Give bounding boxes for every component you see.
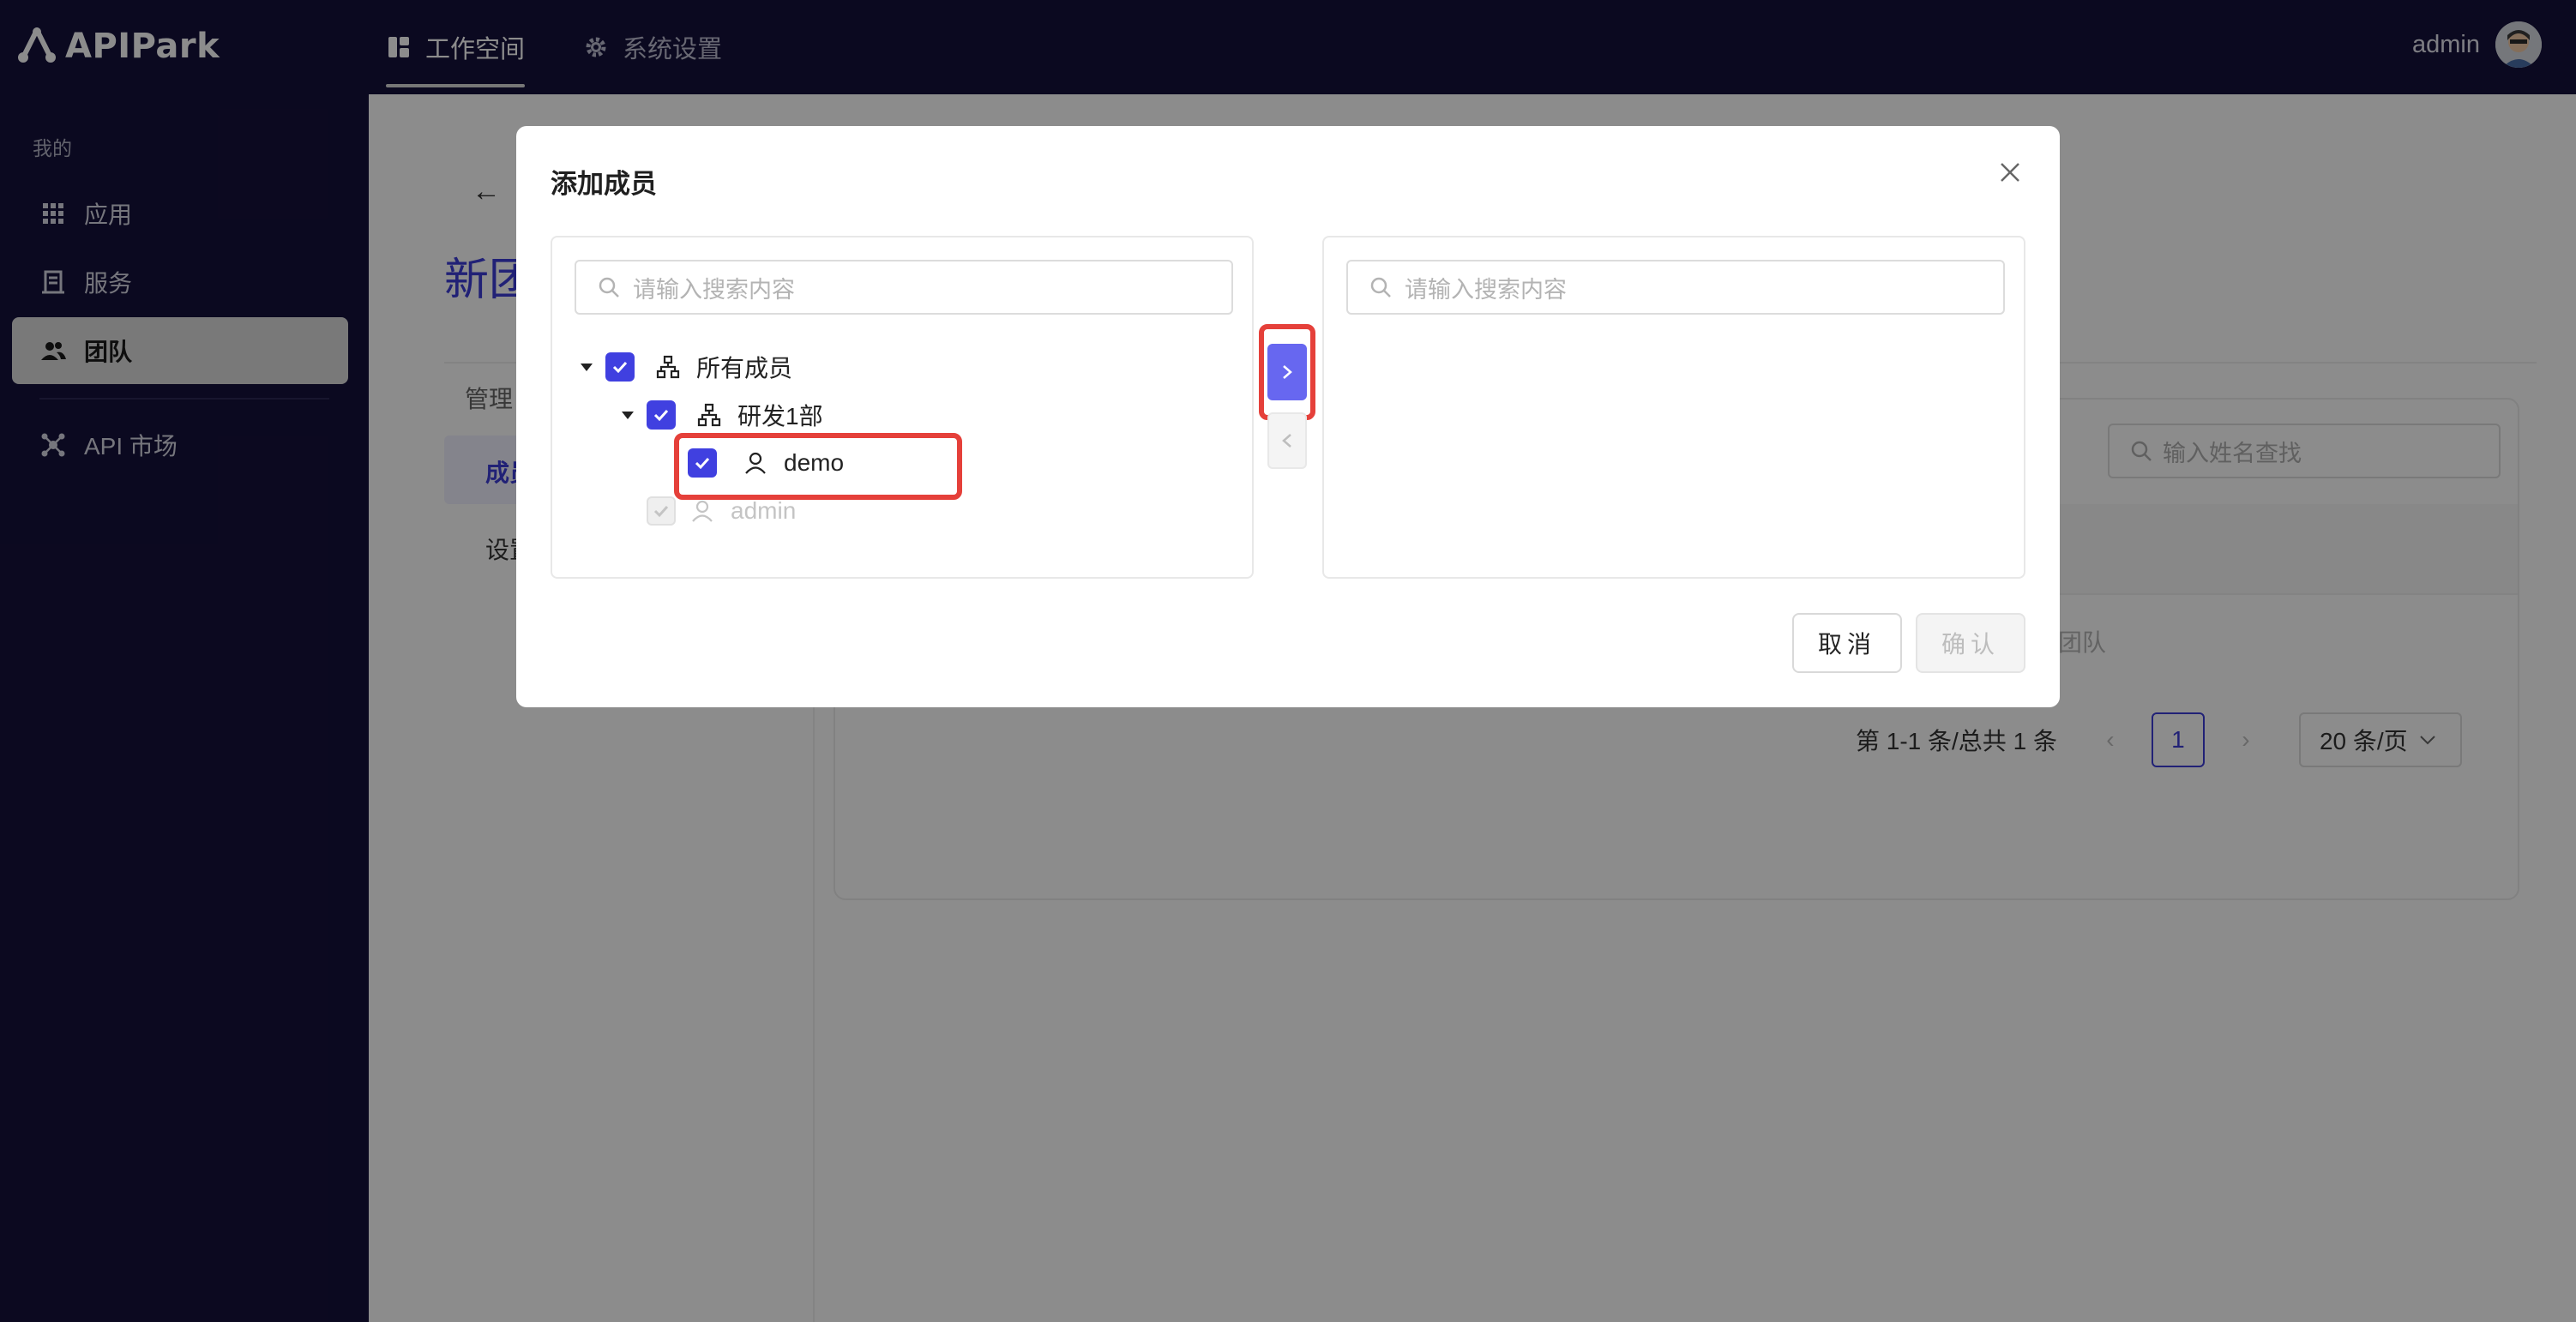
caret-down-icon[interactable] [578, 358, 595, 376]
highlight-demo [674, 433, 962, 500]
org-tree-icon [697, 403, 721, 427]
tree-node-label: admin [731, 497, 797, 524]
modal-title: 添加成员 [551, 169, 657, 199]
checkbox[interactable] [605, 352, 635, 382]
tree-node-rd-dept: 研发1部 [619, 395, 823, 435]
search-icon [1370, 277, 1391, 297]
source-search-placeholder: 请输入搜索内容 [633, 276, 795, 303]
add-member-modal: 添加成员 请输入搜索内容 所有成员 研发1部 demo admin 请输入搜索内… [516, 126, 2060, 707]
cancel-button[interactable]: 取消 [1792, 613, 1902, 673]
user-icon [692, 500, 713, 522]
close-icon[interactable] [1995, 157, 2025, 188]
target-search-input[interactable]: 请输入搜索内容 [1346, 260, 2005, 315]
move-left-button[interactable] [1267, 412, 1307, 469]
org-tree-icon [656, 355, 680, 379]
tree-node-label[interactable]: 所有成员 [696, 350, 792, 384]
checkbox[interactable] [647, 400, 676, 430]
target-panel: 请输入搜索内容 [1322, 236, 2025, 579]
source-panel: 请输入搜索内容 所有成员 研发1部 demo admin [551, 236, 1254, 579]
source-search-input[interactable]: 请输入搜索内容 [575, 260, 1233, 315]
tree-node-all-members: 所有成员 [578, 347, 792, 387]
check-icon [653, 409, 669, 422]
target-search-placeholder: 请输入搜索内容 [1405, 276, 1567, 303]
chevron-left-icon [1282, 434, 1291, 448]
caret-down-icon[interactable] [619, 406, 636, 424]
search-icon [599, 277, 619, 297]
check-icon [653, 505, 669, 518]
check-icon [612, 361, 628, 374]
tree-node-label[interactable]: 研发1部 [737, 398, 823, 432]
highlight-move-right [1259, 324, 1315, 420]
confirm-button[interactable]: 确认 [1916, 613, 2025, 673]
checkbox-disabled [647, 496, 676, 526]
